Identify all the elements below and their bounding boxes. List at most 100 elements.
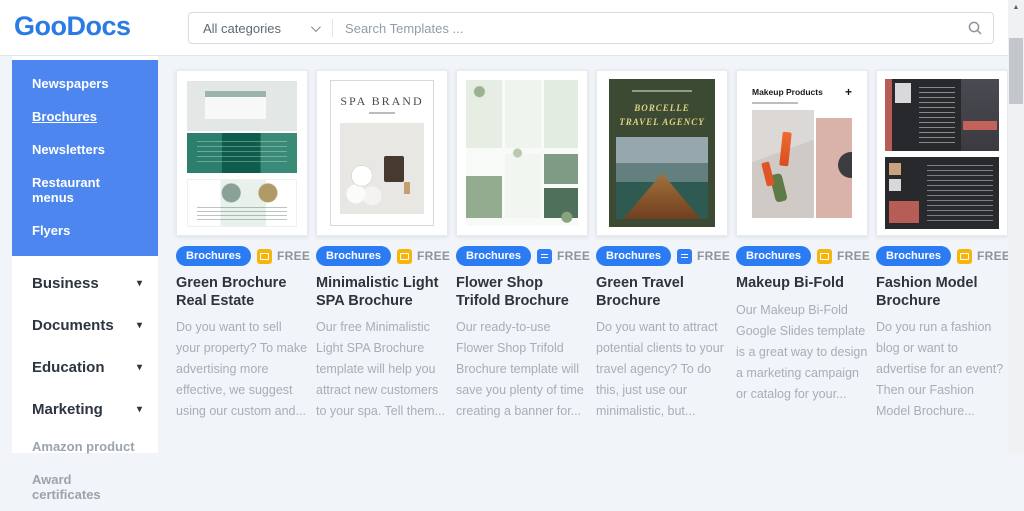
google-docs-icon <box>537 249 552 264</box>
template-title[interactable]: Makeup Bi-Fold <box>736 275 868 293</box>
free-badge: FREE <box>677 249 730 264</box>
search-input[interactable] <box>333 13 957 43</box>
google-slides-icon <box>257 249 272 264</box>
travel-title-line2: Travel Agency <box>619 117 704 127</box>
mountain-boat-photo-art <box>616 137 708 219</box>
spa-page-frame-art: SPA BRAND <box>330 80 434 226</box>
template-thumbnail[interactable] <box>876 70 1008 236</box>
sidebar-section-label: Education <box>32 359 105 376</box>
category-badge[interactable]: Brochures <box>736 246 811 266</box>
category-badge[interactable]: Brochures <box>316 246 391 266</box>
google-slides-icon <box>397 249 412 264</box>
template-card-makeup-bifold: Makeup Products + Brochures FREE Makeup … <box>736 70 868 422</box>
template-description: Do you run a fashion blog or want to adv… <box>876 317 1008 422</box>
sidebar-item-newsletters[interactable]: Newsletters <box>12 133 158 166</box>
template-description: Our Makeup Bi-Fold Google Slides templat… <box>736 300 868 405</box>
template-title[interactable]: Green Brochure Real Estate <box>176 275 308 310</box>
flower-trifold-collage-art <box>466 80 578 226</box>
card-meta-row: Brochures FREE <box>736 246 868 266</box>
free-label: FREE <box>977 249 1010 263</box>
fashion-page1-art <box>885 79 999 151</box>
free-badge: FREE <box>537 249 590 264</box>
house-photo-art <box>187 81 297 131</box>
template-thumbnail[interactable]: SPA BRAND <box>316 70 448 236</box>
makeup-cover-art: Makeup Products + <box>745 79 859 227</box>
category-badge[interactable]: Brochures <box>596 246 671 266</box>
sidebar-item-brochures[interactable]: Brochures <box>12 100 158 133</box>
category-dropdown-label: All categories <box>203 21 281 36</box>
card-meta-row: Brochures FREE <box>316 246 448 266</box>
search-icon <box>967 20 983 36</box>
template-title[interactable]: Minimalistic Light SPA Brochure <box>316 275 448 310</box>
scrollbar-thumb[interactable] <box>1009 38 1023 104</box>
sidebar-section-marketing[interactable]: Marketing ▾ <box>12 388 158 430</box>
free-badge: FREE <box>397 249 450 264</box>
google-slides-icon <box>957 249 972 264</box>
free-badge: FREE <box>817 249 870 264</box>
spa-subtitle-art <box>369 112 395 114</box>
pink-panel-art <box>816 118 852 218</box>
travel-cover-art: Borcelle Travel Agency <box>609 79 715 227</box>
sidebar-section-documents[interactable]: Documents ▾ <box>12 304 158 346</box>
template-card-spa-brochure: SPA BRAND Brochures FREE Minimalistic Li… <box>316 70 448 422</box>
spa-brand-title: SPA BRAND <box>331 94 433 109</box>
google-docs-icon <box>677 249 692 264</box>
travel-topline-art <box>632 90 691 92</box>
caret-down-icon: ▾ <box>137 404 142 415</box>
sidebar-section-label: Business <box>32 275 99 292</box>
template-card-grid: Brochures FREE Green Brochure Real Estat… <box>176 70 1008 422</box>
cosmetics-photo-art <box>752 110 814 218</box>
template-description: Our free Minimalistic Light SPA Brochure… <box>316 317 448 422</box>
makeup-products-title: Makeup Products <box>752 87 823 97</box>
travel-agency-title: Borcelle Travel Agency <box>609 101 715 130</box>
goodocs-logo[interactable]: GooDocs <box>14 11 131 42</box>
free-label: FREE <box>837 249 870 263</box>
category-badge[interactable]: Brochures <box>876 246 951 266</box>
template-thumbnail[interactable] <box>176 70 308 236</box>
category-badge[interactable]: Brochures <box>176 246 251 266</box>
sidebar-featured-group: Newspapers Brochures Newsletters Restaur… <box>12 60 158 256</box>
template-description: Do you want to sell your property? To ma… <box>176 317 308 422</box>
sidebar-item-award-certificates[interactable]: Award certificates <box>12 463 158 511</box>
scrollbar-up-arrow-icon[interactable]: ▲ <box>1008 0 1024 14</box>
card-meta-row: Brochures FREE <box>176 246 308 266</box>
sidebar: Newspapers Brochures Newsletters Restaur… <box>12 56 158 453</box>
template-title[interactable]: Fashion Model Brochure <box>876 275 1008 310</box>
free-badge: FREE <box>257 249 310 264</box>
template-thumbnail[interactable]: Borcelle Travel Agency <box>596 70 728 236</box>
sidebar-section-education[interactable]: Education ▾ <box>12 346 158 388</box>
category-dropdown[interactable]: All categories <box>189 13 332 43</box>
travel-title-line1: Borcelle <box>634 103 690 113</box>
caret-down-icon: ▾ <box>137 320 142 331</box>
header: GooDocs All categories <box>0 0 1024 56</box>
caret-down-icon: ▾ <box>137 362 142 373</box>
template-thumbnail[interactable] <box>456 70 588 236</box>
search-bar: All categories <box>188 12 994 44</box>
makeup-header: Makeup Products + <box>752 86 852 98</box>
template-card-flower-shop: Brochures FREE Flower Shop Trifold Broch… <box>456 70 588 422</box>
category-badge[interactable]: Brochures <box>456 246 531 266</box>
template-description: Our ready-to-use Flower Shop Trifold Bro… <box>456 317 588 422</box>
template-card-green-travel: Borcelle Travel Agency Brochures FREE Gr… <box>596 70 728 422</box>
sidebar-item-newspapers[interactable]: Newspapers <box>12 67 158 100</box>
search-button[interactable] <box>957 13 993 43</box>
plus-icon: + <box>845 86 852 98</box>
spa-towels-photo-art <box>340 123 424 214</box>
template-description: Do you want to attract potential clients… <box>596 317 728 422</box>
template-thumbnail[interactable]: Makeup Products + <box>736 70 868 236</box>
template-title[interactable]: Flower Shop Trifold Brochure <box>456 275 588 310</box>
sidebar-item-restaurant-menus[interactable]: Restaurant menus <box>12 166 158 214</box>
card-meta-row: Brochures FREE <box>876 246 1008 266</box>
card-meta-row: Brochures FREE <box>596 246 728 266</box>
sidebar-item-flyers[interactable]: Flyers <box>12 214 158 247</box>
free-label: FREE <box>697 249 730 263</box>
vertical-scrollbar[interactable]: ▲ <box>1008 0 1024 453</box>
template-title[interactable]: Green Travel Brochure <box>596 275 728 310</box>
makeup-subtitle-art <box>752 102 798 104</box>
template-card-fashion-model: Brochures FREE Fashion Model Brochure Do… <box>876 70 1008 422</box>
sidebar-section-business[interactable]: Business ▾ <box>12 262 158 304</box>
sidebar-item-amazon-product[interactable]: Amazon product <box>12 430 158 463</box>
sidebar-section-label: Marketing <box>32 401 103 418</box>
caret-down-icon: ▾ <box>137 278 142 289</box>
card-meta-row: Brochures FREE <box>456 246 588 266</box>
